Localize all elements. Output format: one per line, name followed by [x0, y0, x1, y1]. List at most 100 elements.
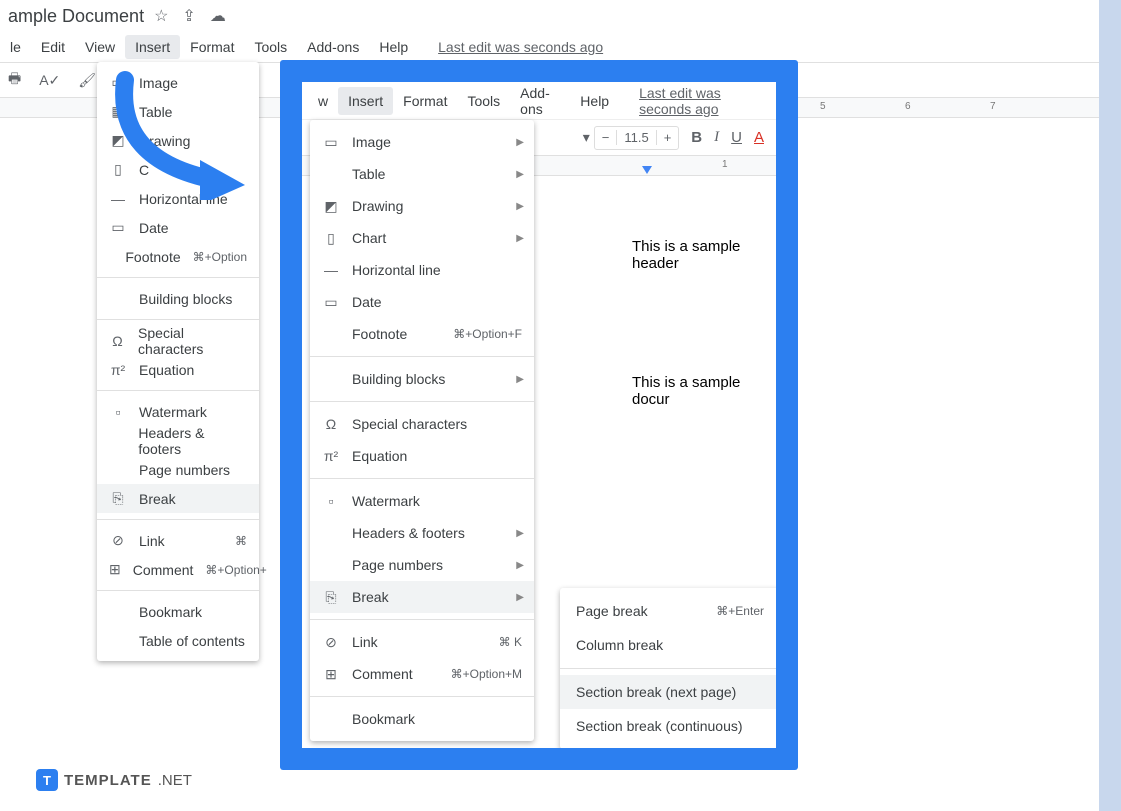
- omega-icon: Ω: [109, 332, 126, 350]
- mi-watermark[interactable]: ▫Watermark: [97, 397, 259, 426]
- mi-hf[interactable]: Headers & footers: [97, 426, 259, 455]
- link-icon: ⊘: [322, 633, 340, 651]
- ov-mi-special[interactable]: ΩSpecial characters: [310, 408, 534, 440]
- ov-mi-chart[interactable]: ▯Chart▶: [310, 222, 534, 254]
- watermark-suffix: .NET: [158, 772, 192, 789]
- ov-menu-addons[interactable]: Add-ons: [510, 82, 570, 123]
- sm-page-break[interactable]: Page break⌘+Enter: [560, 594, 776, 628]
- mi-equation[interactable]: π²Equation: [97, 355, 259, 384]
- mi-blocks[interactable]: Building blocks: [97, 284, 259, 313]
- break-submenu: Page break⌘+Enter Column break Section b…: [560, 588, 776, 748]
- mi-hline[interactable]: —Horizontal line: [97, 184, 259, 213]
- star-icon[interactable]: ☆: [154, 6, 168, 26]
- mi-toc[interactable]: Table of contents: [97, 626, 259, 655]
- ov-mi-blocks[interactable]: Building blocks▶: [310, 363, 534, 395]
- pi-icon: π²: [322, 447, 340, 465]
- ruler-mark: 5: [820, 101, 826, 112]
- sm-section-next[interactable]: Section break (next page): [560, 675, 776, 709]
- ov-last-edit[interactable]: Last edit was seconds ago: [629, 82, 776, 123]
- mi-date[interactable]: ▭Date: [97, 213, 259, 242]
- ruler-mark: 7: [990, 101, 996, 112]
- ov-menu-help[interactable]: Help: [570, 87, 619, 115]
- font-size-box: − 11.5 +: [594, 126, 680, 150]
- ov-mi-table[interactable]: Table▶: [310, 158, 534, 190]
- date-icon: ▭: [322, 293, 340, 311]
- mi-pn[interactable]: Page numbers: [97, 455, 259, 484]
- sm-section-cont[interactable]: Section break (continuous): [560, 709, 776, 743]
- mi-comment[interactable]: ⊞Comment⌘+Option+: [97, 555, 259, 584]
- header-text: This is a sample header: [632, 238, 776, 272]
- mi-image[interactable]: ▭Image: [97, 68, 259, 97]
- italic-button[interactable]: I: [714, 129, 719, 146]
- pi-icon: π²: [109, 361, 127, 379]
- ov-mi-pn[interactable]: Page numbers▶: [310, 549, 534, 581]
- indent-marker-icon[interactable]: [642, 166, 652, 174]
- ov-mi-hline[interactable]: —Horizontal line: [310, 254, 534, 286]
- sm-column-break[interactable]: Column break: [560, 628, 776, 662]
- image-icon: ▭: [109, 74, 127, 92]
- table-icon: ▦: [109, 103, 127, 121]
- ruler-mark: 6: [905, 101, 911, 112]
- ov-menubar: w Insert Format Tools Add-ons Help Last …: [302, 82, 776, 120]
- mi-table[interactable]: ▦Table: [97, 97, 259, 126]
- ov-menu-format[interactable]: Format: [393, 87, 457, 115]
- bold-button[interactable]: B: [691, 129, 702, 146]
- omega-icon: Ω: [322, 415, 340, 433]
- ov-mi-bookmark[interactable]: Bookmark: [310, 703, 534, 735]
- last-edit-link[interactable]: Last edit was seconds ago: [428, 35, 613, 59]
- cloud-icon[interactable]: ☁: [210, 6, 226, 26]
- ov-mi-drawing[interactable]: ◩Drawing▶: [310, 190, 534, 222]
- text-color-button[interactable]: A: [754, 129, 764, 146]
- menu-format[interactable]: Format: [180, 35, 244, 59]
- ruler-mark: 1: [722, 159, 728, 170]
- watermark-logo-icon: T: [36, 769, 58, 791]
- ov-mi-date[interactable]: ▭Date: [310, 286, 534, 318]
- font-size-value[interactable]: 11.5: [616, 130, 656, 145]
- ov-mi-link[interactable]: ⊘Link⌘ K: [310, 626, 534, 658]
- move-icon[interactable]: ⇪: [182, 6, 195, 26]
- mi-footnote[interactable]: Footnote⌘+Option: [97, 242, 259, 271]
- ov-mi-equation[interactable]: π²Equation: [310, 440, 534, 472]
- mi-bookmark[interactable]: Bookmark: [97, 597, 259, 626]
- mi-chart[interactable]: ▯C: [97, 155, 259, 184]
- bg-insert-dropdown: ▭Image ▦Table ◩Drawing ▯C —Horizontal li…: [97, 62, 259, 661]
- ov-mi-hf[interactable]: Headers & footers▶: [310, 517, 534, 549]
- mi-drawing[interactable]: ◩Drawing: [97, 126, 259, 155]
- ov-menu-insert[interactable]: Insert: [338, 87, 393, 115]
- menu-insert[interactable]: Insert: [125, 35, 180, 59]
- mi-special[interactable]: ΩSpecial characters: [97, 326, 259, 355]
- break-icon: ⎘: [109, 490, 127, 508]
- title-bar: ample Document ☆ ⇪ ☁: [0, 0, 1099, 32]
- ov-menu-tools[interactable]: Tools: [457, 87, 510, 115]
- ov-mi-footnote[interactable]: Footnote⌘+Option+F: [310, 318, 534, 350]
- menu-file[interactable]: le: [0, 35, 31, 59]
- paint-format-icon[interactable]: 🖌: [78, 72, 96, 89]
- font-size-minus[interactable]: −: [595, 130, 617, 145]
- ov-mi-break[interactable]: ⎘Break▶: [310, 581, 534, 613]
- font-dropdown-icon[interactable]: ▾: [583, 129, 590, 146]
- ov-mi-comment[interactable]: ⊞Comment⌘+Option+M: [310, 658, 534, 690]
- menu-addons[interactable]: Add-ons: [297, 35, 369, 59]
- date-icon: ▭: [109, 219, 127, 237]
- menu-view[interactable]: View: [75, 35, 125, 59]
- underline-button[interactable]: U: [731, 129, 742, 146]
- print-icon[interactable]: 🖶: [8, 68, 21, 92]
- break-icon: ⎘: [322, 588, 340, 606]
- ov-mi-watermark[interactable]: ▫Watermark: [310, 485, 534, 517]
- menu-edit[interactable]: Edit: [31, 35, 75, 59]
- menu-help[interactable]: Help: [369, 35, 418, 59]
- ov-mi-image[interactable]: ▭Image▶: [310, 126, 534, 158]
- watermark-icon: ▫: [322, 492, 340, 510]
- spellcheck-icon[interactable]: A✓: [39, 72, 60, 89]
- mi-link[interactable]: ⊘Link⌘: [97, 526, 259, 555]
- watermark-icon: ▫: [109, 403, 127, 421]
- mi-break[interactable]: ⎘Break: [97, 484, 259, 513]
- menu-tools[interactable]: Tools: [244, 35, 297, 59]
- font-size-plus[interactable]: +: [657, 130, 679, 145]
- comment-icon: ⊞: [109, 561, 121, 579]
- drawing-icon: ◩: [109, 132, 127, 150]
- body-text: This is a sample docur: [632, 374, 776, 408]
- chart-icon: ▯: [322, 229, 340, 247]
- doc-title[interactable]: ample Document: [8, 6, 144, 27]
- hline-icon: —: [109, 190, 127, 208]
